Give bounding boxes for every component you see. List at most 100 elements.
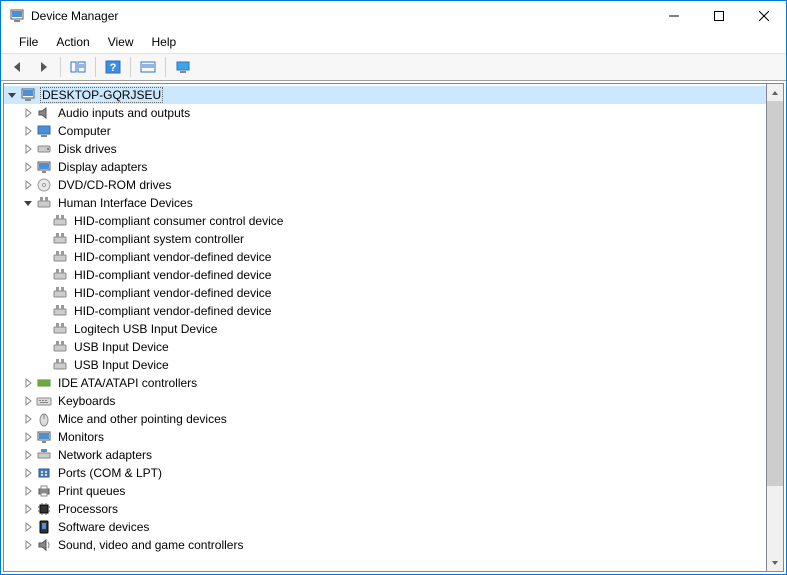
tree-category-label: Monitors xyxy=(56,430,106,444)
tree-category[interactable]: Print queues xyxy=(4,482,766,500)
tree-category-label: Sound, video and game controllers xyxy=(56,538,245,552)
tree-category[interactable]: Sound, video and game controllers xyxy=(4,536,766,554)
monitor-icon xyxy=(36,429,52,445)
tree-category[interactable]: Disk drives xyxy=(4,140,766,158)
expander-icon[interactable] xyxy=(20,105,36,121)
tree-device-label: USB Input Device xyxy=(72,358,171,372)
hid-icon xyxy=(52,249,68,265)
tree-category[interactable]: Processors xyxy=(4,500,766,518)
expander-icon[interactable] xyxy=(20,447,36,463)
computer-icon xyxy=(20,87,36,103)
hid-icon xyxy=(52,321,68,337)
menu-view[interactable]: View xyxy=(100,33,142,51)
show-hidden-devices-button[interactable] xyxy=(172,56,194,78)
tree-device[interactable]: HID-compliant vendor-defined device xyxy=(4,284,766,302)
tree-device[interactable]: HID-compliant vendor-defined device xyxy=(4,266,766,284)
expander-icon[interactable] xyxy=(20,141,36,157)
back-button[interactable] xyxy=(7,56,29,78)
tree-category[interactable]: IDE ATA/ATAPI controllers xyxy=(4,374,766,392)
device-tree-wrap: DESKTOP-GQRJSEU Audio inputs and outputs… xyxy=(3,83,767,572)
keyboard-icon xyxy=(36,393,52,409)
vertical-scrollbar[interactable] xyxy=(767,83,784,572)
close-button[interactable] xyxy=(741,1,786,31)
show-hide-console-button[interactable] xyxy=(67,56,89,78)
tree-device-label: HID-compliant vendor-defined device xyxy=(72,268,273,282)
network-icon xyxy=(36,447,52,463)
scroll-down-arrow[interactable] xyxy=(767,554,783,571)
tree-category-label: Software devices xyxy=(56,520,151,534)
toolbar-separator xyxy=(60,57,61,77)
hid-icon xyxy=(52,285,68,301)
menu-help[interactable]: Help xyxy=(144,33,185,51)
tree-category-label: IDE ATA/ATAPI controllers xyxy=(56,376,199,390)
tree-category-label: Mice and other pointing devices xyxy=(56,412,229,426)
expander-icon[interactable] xyxy=(20,501,36,517)
expander-icon[interactable] xyxy=(20,465,36,481)
toolbar-separator xyxy=(130,57,131,77)
expander-icon[interactable] xyxy=(20,537,36,553)
tree-category[interactable]: Software devices xyxy=(4,518,766,536)
tree-device[interactable]: HID-compliant vendor-defined device xyxy=(4,302,766,320)
tree-device-label: HID-compliant consumer control device xyxy=(72,214,285,228)
toolbar: ? xyxy=(1,53,786,81)
menu-file[interactable]: File xyxy=(11,33,46,51)
tree-category[interactable]: Keyboards xyxy=(4,392,766,410)
ports-icon xyxy=(36,465,52,481)
tree-root[interactable]: DESKTOP-GQRJSEU xyxy=(4,86,766,104)
tree-device-label: HID-compliant vendor-defined device xyxy=(72,304,273,318)
tree-category-label: Audio inputs and outputs xyxy=(56,106,192,120)
tree-device[interactable]: USB Input Device xyxy=(4,338,766,356)
display-icon xyxy=(36,159,52,175)
menu-action[interactable]: Action xyxy=(48,33,97,51)
app-icon xyxy=(9,8,25,24)
expander-icon[interactable] xyxy=(20,411,36,427)
scan-hardware-button[interactable] xyxy=(137,56,159,78)
tree-category[interactable]: DVD/CD-ROM drives xyxy=(4,176,766,194)
expander-icon[interactable] xyxy=(20,159,36,175)
content-area: DESKTOP-GQRJSEU Audio inputs and outputs… xyxy=(1,81,786,574)
tree-category[interactable]: Display adapters xyxy=(4,158,766,176)
tree-category[interactable]: Monitors xyxy=(4,428,766,446)
expander-icon[interactable] xyxy=(20,375,36,391)
expander-icon[interactable] xyxy=(20,393,36,409)
expander-icon[interactable] xyxy=(20,195,36,211)
tree-device[interactable]: USB Input Device xyxy=(4,356,766,374)
expander-icon[interactable] xyxy=(20,177,36,193)
tree-category[interactable]: Human Interface Devices xyxy=(4,194,766,212)
tree-device[interactable]: HID-compliant system controller xyxy=(4,230,766,248)
toolbar-separator xyxy=(165,57,166,77)
expander-icon[interactable] xyxy=(20,483,36,499)
tree-device[interactable]: Logitech USB Input Device xyxy=(4,320,766,338)
expander-icon[interactable] xyxy=(4,87,20,103)
expander-icon[interactable] xyxy=(20,429,36,445)
tree-category[interactable]: Network adapters xyxy=(4,446,766,464)
scroll-thumb[interactable] xyxy=(767,101,783,486)
print-icon xyxy=(36,483,52,499)
tree-category-label: Display adapters xyxy=(56,160,149,174)
hid-icon xyxy=(52,339,68,355)
titlebar: Device Manager xyxy=(1,1,786,31)
maximize-button[interactable] xyxy=(696,1,741,31)
hid-icon xyxy=(52,213,68,229)
help-button[interactable]: ? xyxy=(102,56,124,78)
sound-icon xyxy=(36,537,52,553)
expander-icon[interactable] xyxy=(20,519,36,535)
scroll-up-arrow[interactable] xyxy=(767,84,783,101)
tree-category[interactable]: Mice and other pointing devices xyxy=(4,410,766,428)
ide-icon xyxy=(36,375,52,391)
tree-category-label: Disk drives xyxy=(56,142,119,156)
scroll-track[interactable] xyxy=(767,101,783,554)
tree-category-label: Keyboards xyxy=(56,394,117,408)
expander-icon[interactable] xyxy=(20,123,36,139)
tree-category[interactable]: Audio inputs and outputs xyxy=(4,104,766,122)
forward-button[interactable] xyxy=(32,56,54,78)
tree-device[interactable]: HID-compliant vendor-defined device xyxy=(4,248,766,266)
tree-category-label: Network adapters xyxy=(56,448,154,462)
tree-category[interactable]: Ports (COM & LPT) xyxy=(4,464,766,482)
minimize-button[interactable] xyxy=(651,1,696,31)
tree-device[interactable]: HID-compliant consumer control device xyxy=(4,212,766,230)
tree-category[interactable]: Computer xyxy=(4,122,766,140)
window-title: Device Manager xyxy=(31,9,651,23)
device-tree[interactable]: DESKTOP-GQRJSEU Audio inputs and outputs… xyxy=(4,84,766,571)
hid-icon xyxy=(52,231,68,247)
